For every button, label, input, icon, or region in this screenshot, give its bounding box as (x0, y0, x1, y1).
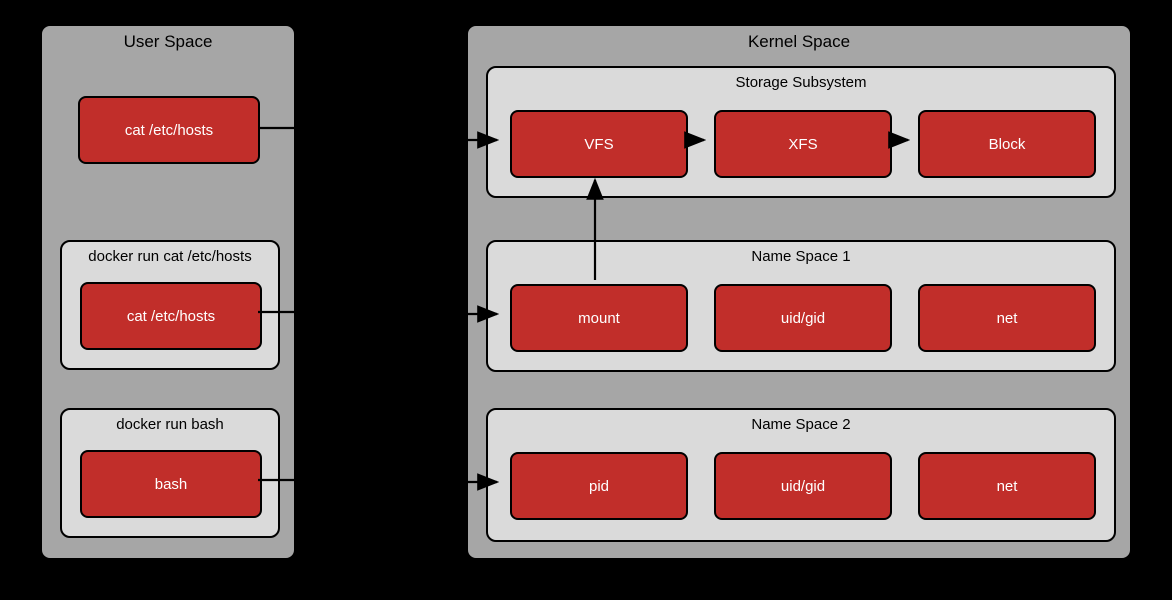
ns1-net-box: net (918, 284, 1096, 352)
vfs-box: VFS (510, 110, 688, 178)
ns2-title: Name Space 2 (488, 410, 1114, 433)
ns2-net-box: net (918, 452, 1096, 520)
cat-hosts-box: cat /etc/hosts (78, 96, 260, 164)
xfs-label: XFS (788, 136, 817, 153)
storage-subsystem-panel: Storage Subsystem VFS XFS Block (486, 66, 1116, 198)
storage-title: Storage Subsystem (488, 68, 1114, 91)
docker-cat-label: cat /etc/hosts (127, 308, 215, 325)
ns2-uidgid-box: uid/gid (714, 452, 892, 520)
block-box: Block (918, 110, 1096, 178)
ns1-title: Name Space 1 (488, 242, 1114, 265)
docker-cat-box: cat /etc/hosts (80, 282, 262, 350)
mount-box: mount (510, 284, 688, 352)
ns1-net-label: net (997, 310, 1018, 327)
docker-bash-box: bash (80, 450, 262, 518)
block-label: Block (989, 136, 1026, 153)
kernel-space-title: Kernel Space (468, 26, 1130, 52)
docker-bash-label: bash (155, 476, 188, 493)
ns1-uidgid-box: uid/gid (714, 284, 892, 352)
namespace2-panel: Name Space 2 pid uid/gid net (486, 408, 1116, 542)
docker-cat-panel: docker run cat /etc/hosts cat /etc/hosts (60, 240, 280, 370)
docker-bash-title: docker run bash (62, 410, 278, 433)
namespace1-panel: Name Space 1 mount uid/gid net (486, 240, 1116, 372)
kernel-space-panel: Kernel Space Storage Subsystem VFS XFS B… (466, 24, 1132, 560)
ns2-uidgid-label: uid/gid (781, 478, 825, 495)
pid-label: pid (589, 478, 609, 495)
mount-label: mount (578, 310, 620, 327)
cat-hosts-label: cat /etc/hosts (125, 122, 213, 139)
user-space-title: User Space (42, 26, 294, 52)
user-space-panel: User Space cat /etc/hosts docker run cat… (40, 24, 296, 560)
docker-cat-title: docker run cat /etc/hosts (62, 242, 278, 265)
pid-box: pid (510, 452, 688, 520)
xfs-box: XFS (714, 110, 892, 178)
ns2-net-label: net (997, 478, 1018, 495)
docker-bash-panel: docker run bash bash (60, 408, 280, 538)
ns1-uidgid-label: uid/gid (781, 310, 825, 327)
vfs-label: VFS (584, 136, 613, 153)
